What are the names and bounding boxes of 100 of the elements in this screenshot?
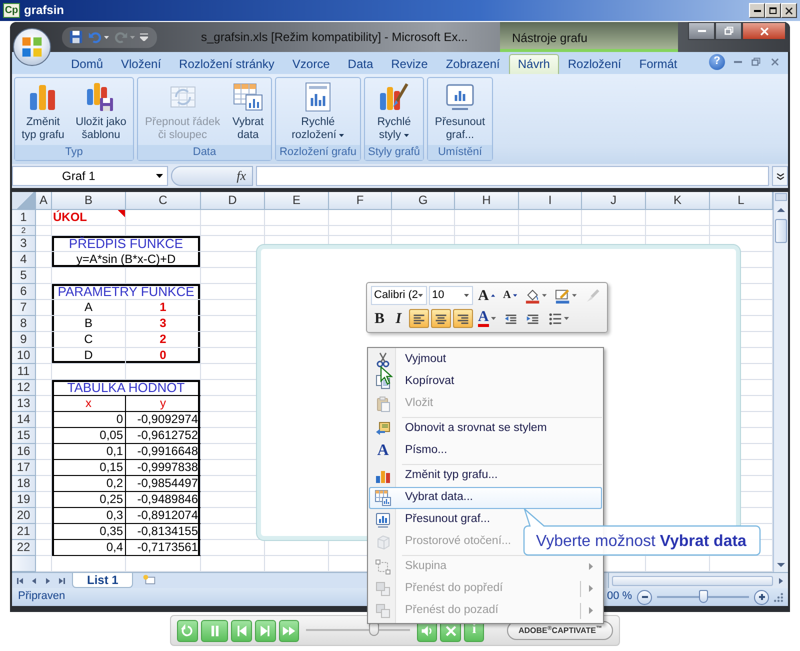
previous-sheet-button[interactable]	[30, 576, 38, 584]
sheet-tab[interactable]: List 1	[72, 573, 134, 588]
font-size-field[interactable]: 10	[429, 286, 474, 305]
menu-item[interactable]: Vyjmout	[369, 349, 452, 371]
next-sheet-button[interactable]	[44, 576, 52, 584]
row-header[interactable]: 21	[12, 524, 36, 540]
row-header[interactable]: 3	[12, 236, 36, 252]
ribbon-button[interactable]: Rychlé rozložení	[290, 80, 346, 143]
fast-forward-button[interactable]	[278, 620, 300, 642]
column-header[interactable]: C	[126, 192, 201, 210]
column-header[interactable]: F	[329, 192, 392, 210]
row-header[interactable]: 18	[12, 476, 36, 492]
row-header[interactable]: 9	[12, 332, 36, 348]
close-button[interactable]	[742, 22, 786, 40]
ribbon-tab[interactable]: Vzorce	[283, 54, 339, 74]
row-header[interactable]: 19	[12, 492, 36, 508]
sheet-cell[interactable]: 0,15	[52, 460, 126, 476]
sheet-cell[interactable]: y	[126, 396, 201, 412]
sheet-cell[interactable]: 0,1	[52, 444, 126, 460]
ribbon-tab[interactable]: Vložení	[112, 54, 170, 74]
row-header[interactable]: 8	[12, 316, 36, 332]
ribbon-button[interactable]: Rychlé styly	[375, 80, 413, 143]
sheet-cell[interactable]: 0,3	[52, 508, 126, 524]
row-header[interactable]: 1	[12, 210, 36, 226]
previous-button[interactable]	[231, 620, 252, 642]
sheet-cell[interactable]: -0,8912074	[126, 508, 201, 524]
column-header[interactable]: J	[582, 192, 646, 210]
menu-item[interactable]: Přesunout graf...	[369, 509, 496, 531]
column-header[interactable]: H	[455, 192, 519, 210]
first-sheet-button[interactable]	[16, 576, 24, 584]
formula-input[interactable]	[256, 166, 769, 186]
row-header[interactable]: 11	[12, 364, 36, 380]
sheet-cell[interactable]: x	[52, 396, 126, 412]
sheet-cell[interactable]: -0,9997838	[126, 460, 201, 476]
ribbon-tab[interactable]: Formát	[630, 54, 686, 74]
vertical-scrollbar[interactable]	[773, 192, 788, 572]
column-header[interactable]: K	[646, 192, 710, 210]
align-right-button[interactable]	[453, 309, 473, 328]
ribbon-button[interactable]: Vybrat data	[230, 80, 266, 143]
column-header[interactable]: L	[710, 192, 773, 210]
sheet-cell[interactable]: -0,9612752	[126, 428, 201, 444]
replay-button[interactable]	[177, 620, 198, 642]
row-header[interactable]: 15	[12, 428, 36, 444]
sheet-cell[interactable]: PŘEDPIS FUNKCE	[52, 236, 201, 252]
row-header[interactable]: 16	[12, 444, 36, 460]
slider-thumb[interactable]	[699, 590, 708, 602]
ribbon-button[interactable]: Uložit jako šablonu	[74, 80, 128, 143]
grow-font-button[interactable]: A	[475, 286, 498, 305]
zoom-out-button[interactable]	[637, 590, 652, 604]
font-color-button[interactable]: A	[475, 309, 499, 328]
sheet-cell[interactable]: -0,9916648	[126, 444, 201, 460]
menu-item[interactable]: Obnovit a srovnat se stylem	[369, 418, 552, 440]
name-box[interactable]: Graf 1	[12, 166, 168, 186]
horizontal-scrollbar[interactable]	[608, 573, 788, 588]
row-header[interactable]: 2	[12, 226, 36, 236]
restore-button[interactable]	[715, 22, 742, 40]
sheet-cell[interactable]: -0,9489846	[126, 492, 201, 508]
column-header[interactable]: I	[519, 192, 582, 210]
ribbon-button[interactable]: Přesunout graf...	[432, 80, 488, 143]
ribbon-tab[interactable]: Rozložení	[558, 54, 630, 74]
sheet-cell[interactable]: D	[52, 348, 126, 364]
sheet-cell[interactable]: 0,05	[52, 428, 126, 444]
menu-item[interactable]: Vybrat data...	[369, 487, 602, 509]
insert-function-button[interactable]: fx	[171, 166, 253, 186]
pause-button[interactable]	[200, 620, 228, 642]
sheet-cell[interactable]: -0,9092974	[126, 412, 201, 428]
row-header[interactable]: 20	[12, 508, 36, 524]
ribbon-tab[interactable]: Revize	[382, 54, 437, 74]
row-header[interactable]: 7	[12, 300, 36, 316]
column-header[interactable]: E	[265, 192, 329, 210]
sheet-cell[interactable]: y=A*sin (B*x-C)+D	[52, 252, 201, 268]
sheet-cell[interactable]: 0,35	[52, 524, 126, 540]
sheet-cell[interactable]: -0,8134155	[126, 524, 201, 540]
ribbon-tab[interactable]: Návrh	[508, 54, 559, 74]
minimize-button[interactable]	[688, 22, 715, 40]
column-header[interactable]: D	[201, 192, 265, 210]
row-header[interactable]: 12	[12, 380, 36, 396]
menu-item[interactable]: Změnit typ grafu...	[369, 465, 503, 487]
sheet-cell[interactable]: 0	[52, 412, 126, 428]
row-header[interactable]: 22	[12, 540, 36, 556]
scroll-thumb[interactable]	[775, 219, 787, 243]
align-left-button[interactable]	[409, 309, 429, 328]
row-header[interactable]: 13	[12, 396, 36, 412]
ribbon-tab[interactable]: Rozložení stránky	[170, 54, 284, 74]
row-header[interactable]: 17	[12, 460, 36, 476]
save-button[interactable]	[68, 30, 84, 44]
column-header[interactable]: G	[392, 192, 455, 210]
sheet-cell[interactable]: PARAMETRY FUNKCE	[52, 284, 201, 300]
bold-button[interactable]: B	[371, 309, 388, 328]
last-sheet-button[interactable]	[58, 576, 66, 584]
sheet-cell[interactable]: 0,2	[52, 476, 126, 492]
customize-button[interactable]	[139, 33, 149, 41]
sheet-cell[interactable]: -0,9854497	[126, 476, 201, 492]
sheet-cell[interactable]: 0,4	[52, 540, 126, 556]
row-header[interactable]: 4	[12, 252, 36, 268]
row-header[interactable]: 6	[12, 284, 36, 300]
column-header[interactable]: B	[52, 192, 126, 210]
italic-button[interactable]: I	[390, 309, 407, 328]
sheet-cell[interactable]: 0,25	[52, 492, 126, 508]
row-header[interactable]: 5	[12, 268, 36, 284]
